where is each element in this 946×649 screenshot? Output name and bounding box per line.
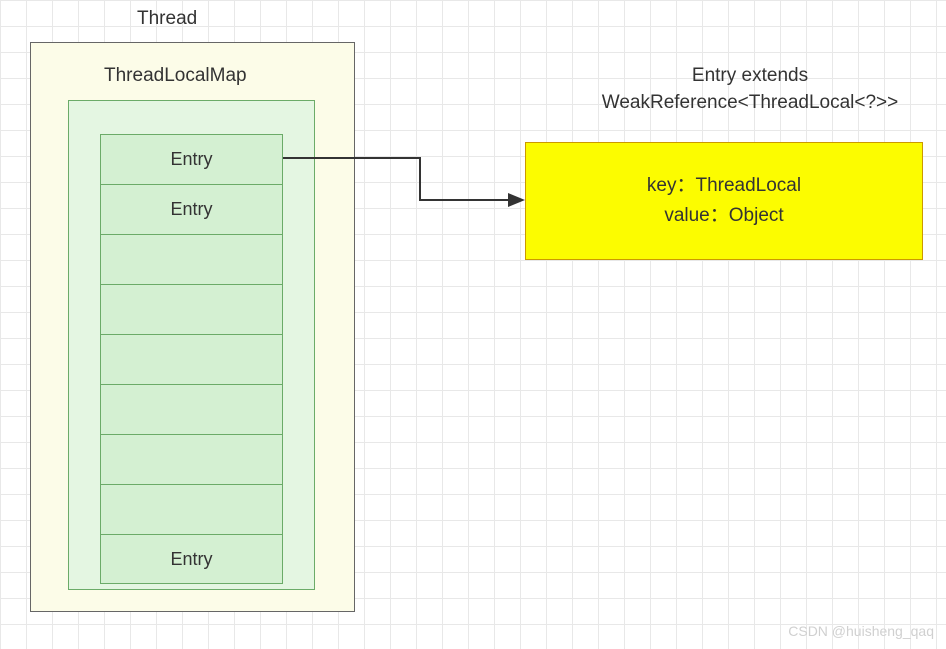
- entry-title-line2: WeakReference<ThreadLocal<?>>: [570, 90, 930, 117]
- entry-cell: [100, 334, 283, 384]
- watermark: CSDN @huisheng_qaq: [788, 623, 934, 639]
- thread-label: Thread: [137, 8, 197, 30]
- entry-cell: [100, 384, 283, 434]
- entry-cell: [100, 434, 283, 484]
- arrow-icon: [280, 155, 540, 215]
- entry-detail-box: key：ThreadLocal value：Object: [525, 142, 923, 260]
- entry-key-line: key：ThreadLocal: [647, 171, 801, 201]
- entry-value-line: value：Object: [664, 201, 783, 231]
- entry-cell: Entry: [100, 534, 283, 584]
- entry-cell: Entry: [100, 134, 283, 184]
- entry-class-title: Entry extends WeakReference<ThreadLocal<…: [570, 63, 930, 116]
- entry-cell: [100, 484, 283, 534]
- threadlocalmap-label: ThreadLocalMap: [104, 65, 247, 87]
- entries-table: Entry Entry Entry: [100, 134, 283, 584]
- entry-cell: [100, 234, 283, 284]
- entry-cell: Entry: [100, 184, 283, 234]
- entry-title-line1: Entry extends: [570, 63, 930, 90]
- entry-cell: [100, 284, 283, 334]
